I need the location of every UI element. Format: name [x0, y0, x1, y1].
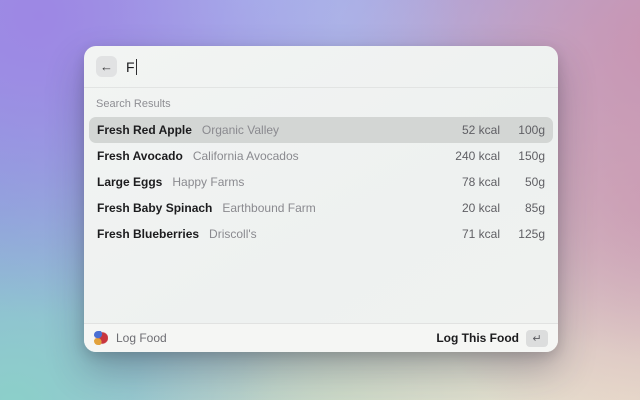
- food-kcal: 20 kcal: [461, 201, 500, 215]
- result-row-large-eggs[interactable]: Large Eggs Happy Farms 78 kcal 50g: [89, 169, 553, 195]
- text-cursor: [135, 58, 138, 75]
- section-label: Search Results: [96, 98, 171, 110]
- food-grams: 150g: [518, 149, 545, 163]
- food-brand: Organic Valley: [201, 123, 280, 137]
- search-bar: ← F: [84, 46, 558, 88]
- food-grams: 85g: [524, 201, 545, 215]
- food-brand: California Avocados: [192, 149, 299, 163]
- empty-space: [84, 247, 558, 323]
- food-kcal: 78 kcal: [461, 175, 500, 189]
- back-button[interactable]: ←: [96, 56, 117, 77]
- food-grams: 100g: [518, 123, 545, 137]
- food-name: Fresh Red Apple: [97, 123, 192, 137]
- log-food-window: ← F Search Results Fresh Red Apple Organ…: [84, 46, 558, 352]
- footer-app-name: Log Food: [116, 331, 167, 345]
- result-row-fresh-red-apple[interactable]: Fresh Red Apple Organic Valley 52 kcal 1…: [89, 117, 553, 143]
- food-kcal: 240 kcal: [455, 149, 500, 163]
- food-brand: Driscoll's: [209, 227, 257, 241]
- result-row-fresh-baby-spinach[interactable]: Fresh Baby Spinach Earthbound Farm 20 kc…: [89, 195, 553, 221]
- result-row-fresh-avocado[interactable]: Fresh Avocado California Avocados 240 kc…: [89, 143, 553, 169]
- result-row-fresh-blueberries[interactable]: Fresh Blueberries Driscoll's 71 kcal 125…: [89, 221, 553, 247]
- search-query-text: F: [126, 58, 135, 75]
- search-results-list: Fresh Red Apple Organic Valley 52 kcal 1…: [84, 117, 558, 247]
- enter-key-badge: ↵: [526, 329, 548, 347]
- food-name: Fresh Baby Spinach: [97, 201, 213, 215]
- log-food-app-icon: [94, 331, 108, 345]
- food-kcal: 52 kcal: [461, 123, 500, 137]
- back-arrow-icon: ←: [100, 59, 113, 74]
- food-name: Fresh Avocado: [97, 149, 183, 163]
- food-brand: Happy Farms: [172, 175, 245, 189]
- search-input[interactable]: F: [126, 46, 326, 87]
- food-brand: Earthbound Farm: [222, 201, 316, 215]
- action-label: Log This Food: [436, 331, 519, 345]
- food-name: Fresh Blueberries: [97, 227, 200, 241]
- log-this-food-button[interactable]: Log This Food ↵: [436, 329, 548, 347]
- food-name: Large Eggs: [97, 175, 163, 189]
- food-grams: 125g: [518, 227, 545, 241]
- return-key-icon: ↵: [532, 332, 542, 345]
- footer-bar: Log Food Log This Food ↵: [84, 323, 558, 352]
- food-kcal: 71 kcal: [461, 227, 500, 241]
- food-grams: 50g: [524, 175, 545, 189]
